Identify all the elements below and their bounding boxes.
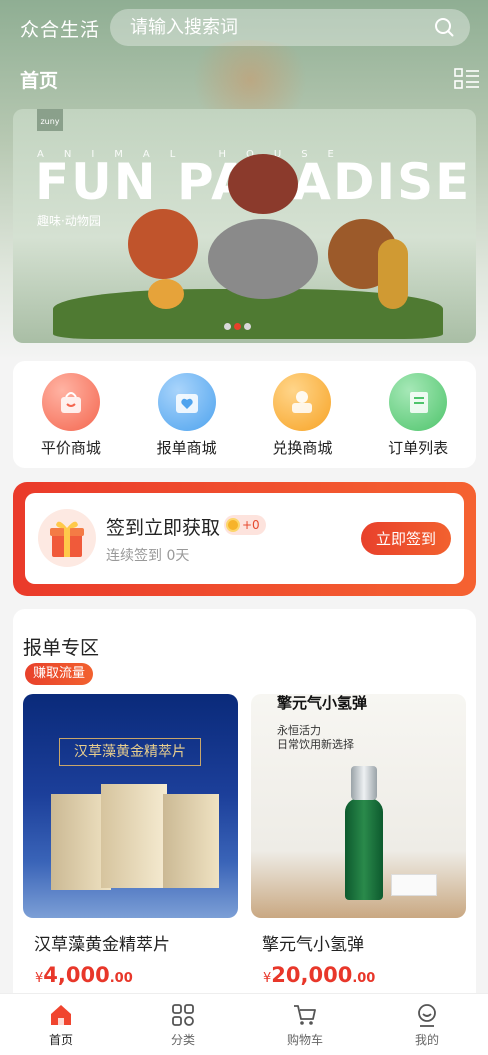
list-view-icon[interactable] [454, 68, 480, 90]
checkin-title: 签到立即获取 [106, 517, 221, 539]
product-refills [391, 874, 437, 896]
product-card[interactable]: 擎元气小氢弹 永恒活力 日常饮用新选择 擎元气小氢弹 ¥20,000.00 [251, 694, 466, 1004]
category-report-mall[interactable]: 报单商城 [129, 361, 245, 468]
category-label: 订单列表 [388, 439, 449, 457]
brand-name: 众合生活 [20, 18, 101, 41]
zone-title: 报单专区 [23, 637, 100, 659]
checkin-inner: 签到立即获取 +0 连续签到 0天 立即签到 [25, 493, 464, 584]
category-order-list[interactable]: 订单列表 [360, 361, 476, 468]
product-image-caption: 擎元气小氢弹 [277, 694, 368, 712]
dino-figure [228, 154, 298, 214]
product-box [101, 784, 167, 888]
product-card[interactable]: 汉草藻黄金精萃片 汉草藻黄金精萃片 ¥4,000.00 [23, 694, 238, 1004]
profile-icon [418, 1004, 436, 1027]
bird-figure [148, 279, 184, 309]
carousel-dot[interactable] [224, 323, 231, 330]
search-input[interactable] [130, 17, 420, 38]
points-badge: +0 [224, 515, 266, 535]
tab-cart[interactable]: 购物车 [244, 994, 366, 1055]
product-image-caption: 汉草藻黄金精萃片 [59, 738, 201, 766]
category-exchange-mall[interactable]: 兑换商城 [245, 361, 361, 468]
shop-bag-icon [41, 373, 100, 431]
checkin-button[interactable]: 立即签到 [361, 522, 451, 555]
product-image[interactable]: 擎元气小氢弹 永恒活力 日常饮用新选择 [251, 694, 466, 918]
coin-exchange-icon [273, 373, 332, 431]
cart-icon [294, 1005, 316, 1025]
carousel-dot[interactable] [244, 323, 251, 330]
tab-label: 首页 [48, 1033, 73, 1047]
product-price: ¥20,000.00 [263, 963, 376, 987]
category-label: 兑换商城 [272, 439, 333, 457]
giraffe-figure [378, 239, 408, 309]
home-icon [51, 1005, 71, 1025]
elephant-figure [128, 209, 198, 279]
product-image[interactable]: 汉草藻黄金精萃片 [23, 694, 238, 918]
tab-category[interactable]: 分类 [122, 994, 244, 1055]
category-label: 报单商城 [156, 439, 217, 457]
product-bottle [345, 798, 383, 900]
product-box [163, 794, 219, 888]
order-list-icon [389, 373, 448, 431]
tab-label: 分类 [170, 1033, 195, 1047]
product-name: 汉草藻黄金精萃片 [34, 935, 170, 955]
search-icon[interactable] [434, 17, 454, 37]
top-bar: 众合生活 [0, 0, 488, 56]
earn-traffic-tag: 赚取流量 [25, 663, 94, 685]
banner-logo: zuny [37, 109, 63, 131]
product-image-sub: 日常饮用新选择 [277, 738, 354, 751]
page-title: 首页 [20, 70, 59, 92]
carousel-dot-active[interactable] [234, 323, 241, 330]
tab-label: 我的 [414, 1033, 439, 1047]
search-bar[interactable] [110, 9, 470, 46]
category-icon [172, 1004, 194, 1026]
calendar-heart-icon [157, 373, 216, 431]
tab-profile[interactable]: 我的 [366, 994, 488, 1055]
bottom-tab-bar: 首页 分类 购物车 我的 [0, 993, 488, 1055]
tab-label: 购物车 [286, 1033, 323, 1047]
report-zone: 报单专区 赚取流量 汉草藻黄金精萃片 汉草藻黄金精萃片 ¥4,000.00 擎元… [13, 609, 476, 1009]
category-grid: 平价商城 报单商城 兑换商城 订单列表 [13, 361, 476, 468]
rhino-figure [208, 219, 318, 299]
checkin-card: 签到立即获取 +0 连续签到 0天 立即签到 [13, 482, 476, 596]
category-label: 平价商城 [40, 439, 101, 457]
product-name: 擎元气小氢弹 [262, 935, 364, 955]
banner-tagline: 趣味·动物园 [37, 214, 101, 228]
tab-home[interactable]: 首页 [0, 994, 122, 1055]
category-cheap-mall[interactable]: 平价商城 [13, 361, 129, 468]
checkin-streak: 连续签到 0天 [106, 548, 190, 564]
promo-banner[interactable]: zuny ANIMAL HOUSE FUN PARADISE 趣味·动物园 [13, 109, 476, 343]
product-price: ¥4,000.00 [35, 963, 133, 987]
coin-icon [226, 518, 240, 532]
gift-icon [38, 509, 96, 567]
points-value: +0 [242, 518, 260, 532]
product-bottle-head [351, 766, 377, 800]
